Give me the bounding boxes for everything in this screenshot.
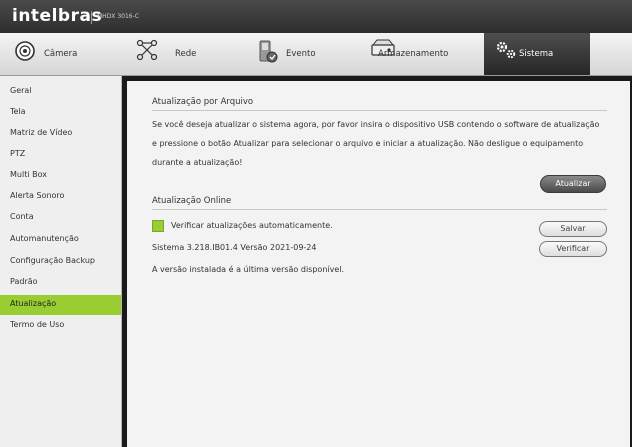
sidebar-item-label: Alerta Sonoro bbox=[10, 191, 65, 200]
tab-label: Armazenamento bbox=[378, 49, 449, 59]
section-divider bbox=[152, 209, 607, 210]
file-update-text-line-1: Se você deseja atualizar o sistema agora… bbox=[152, 120, 600, 129]
sidebar-item-geral[interactable]: Geral bbox=[0, 82, 121, 102]
tab-storage[interactable]: Armazenamento bbox=[362, 33, 474, 75]
sidebar: Geral Tela Matriz de Vídeo PTZ Multi Box… bbox=[0, 76, 122, 447]
sidebar-item-label: Tela bbox=[10, 107, 26, 116]
sidebar-item-multi-box[interactable]: Multi Box bbox=[0, 166, 121, 186]
sidebar-item-label: Multi Box bbox=[10, 170, 47, 179]
model-label: MHDX 3016-C bbox=[97, 13, 139, 20]
event-icon bbox=[256, 39, 278, 66]
auto-check-label: Verificar atualizações automaticamente. bbox=[171, 221, 333, 230]
sidebar-item-label: Conta bbox=[10, 212, 34, 221]
file-update-title: Atualização por Arquivo bbox=[152, 97, 254, 107]
tab-label: Sistema bbox=[519, 49, 554, 59]
tab-label: Rede bbox=[175, 49, 197, 59]
tab-network[interactable]: Rede bbox=[124, 33, 224, 75]
top-bar: intelbras MHDX 3016-C bbox=[0, 0, 632, 33]
tab-label: Evento bbox=[286, 49, 316, 59]
brand-divider bbox=[91, 11, 92, 24]
sidebar-item-automanutencao[interactable]: Automanutenção bbox=[0, 230, 121, 250]
tab-system[interactable]: Sistema bbox=[484, 33, 590, 75]
main-tabs: Câmera Rede Evento Armazenamento Sistema bbox=[0, 33, 632, 76]
verify-button[interactable]: Verificar bbox=[539, 241, 607, 257]
brand-logo: intelbras bbox=[12, 6, 103, 26]
save-button[interactable]: Salvar bbox=[539, 221, 607, 237]
sidebar-item-label: PTZ bbox=[10, 149, 26, 158]
sidebar-item-atualizacao[interactable]: Atualização bbox=[0, 295, 121, 315]
sidebar-item-label: Padrão bbox=[10, 277, 38, 286]
section-divider bbox=[152, 110, 607, 111]
content-panel: Atualização por Arquivo Se você deseja a… bbox=[127, 81, 630, 447]
system-gears-icon bbox=[494, 39, 518, 64]
tab-camera[interactable]: Câmera bbox=[0, 33, 108, 75]
sidebar-item-configuracao-backup[interactable]: Configuração Backup bbox=[0, 252, 121, 272]
sidebar-item-label: Geral bbox=[10, 86, 32, 95]
sidebar-item-label: Atualização bbox=[10, 299, 57, 308]
auto-check-checkbox[interactable] bbox=[152, 220, 164, 232]
update-status-text: A versão instalada é a última versão dis… bbox=[152, 265, 345, 274]
camera-icon bbox=[14, 40, 36, 65]
sidebar-item-label: Configuração Backup bbox=[10, 256, 95, 265]
system-version-text: Sistema 3.218.IB01.4 Versão 2021-09-24 bbox=[152, 243, 317, 252]
sidebar-item-label: Matriz de Vídeo bbox=[10, 128, 73, 137]
network-icon bbox=[136, 39, 158, 64]
tab-label: Câmera bbox=[44, 49, 78, 59]
sidebar-item-ptz[interactable]: PTZ bbox=[0, 145, 121, 165]
sidebar-item-padrao[interactable]: Padrão bbox=[0, 273, 121, 293]
file-update-text-line-2: e pressione o botão Atualizar para selec… bbox=[152, 139, 584, 148]
sidebar-item-conta[interactable]: Conta bbox=[0, 208, 121, 228]
sidebar-item-tela[interactable]: Tela bbox=[0, 103, 121, 123]
sidebar-item-label: Termo de Uso bbox=[10, 320, 65, 329]
update-button[interactable]: Atualizar bbox=[540, 175, 606, 193]
sidebar-item-matriz-de-video[interactable]: Matriz de Vídeo bbox=[0, 124, 121, 144]
sidebar-item-label: Automanutenção bbox=[10, 234, 79, 243]
online-update-title: Atualização Online bbox=[152, 196, 232, 206]
sidebar-item-alerta-sonoro[interactable]: Alerta Sonoro bbox=[0, 187, 121, 207]
sidebar-item-termo-de-uso[interactable]: Termo de Uso bbox=[0, 316, 121, 336]
tab-event[interactable]: Evento bbox=[244, 33, 344, 75]
file-update-text-line-3: durante a atualização! bbox=[152, 158, 243, 167]
